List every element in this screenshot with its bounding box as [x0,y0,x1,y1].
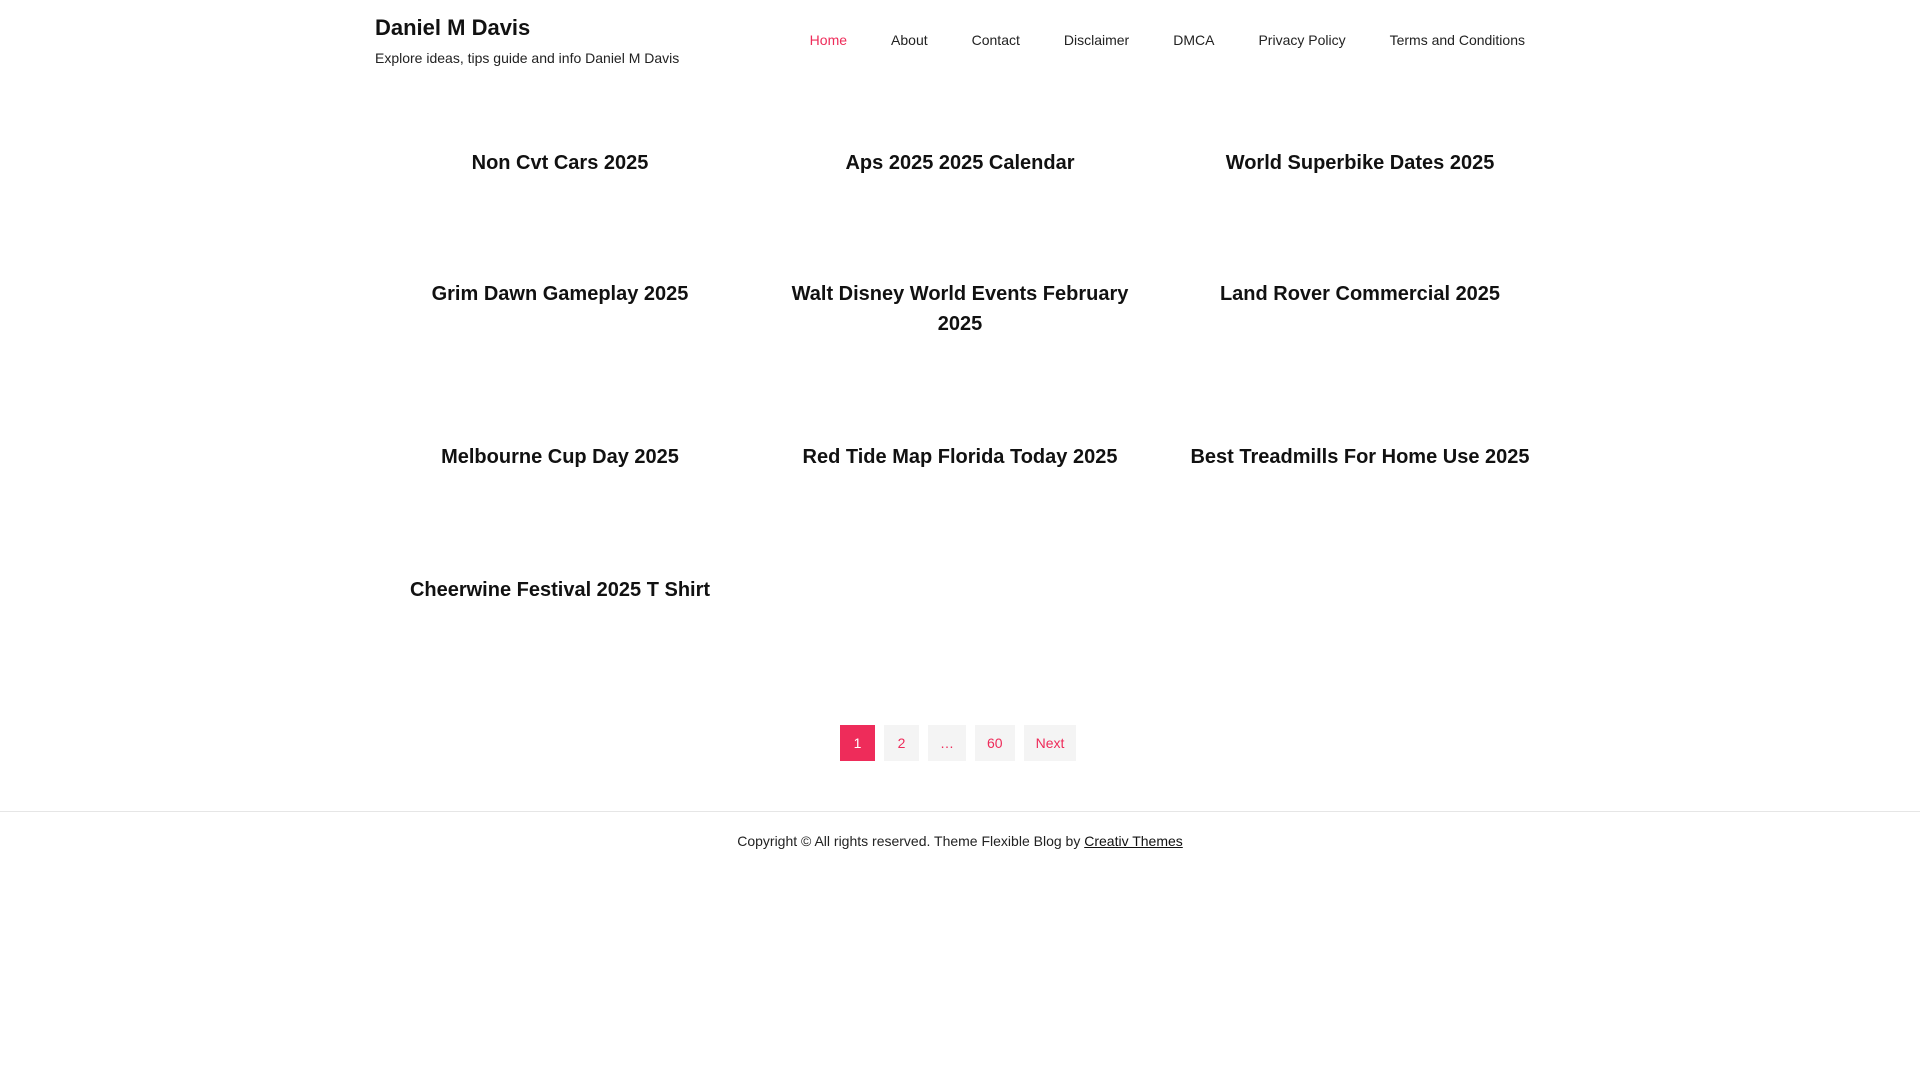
post-title-link[interactable]: Non Cvt Cars 2025 [375,148,745,178]
site-branding: Daniel M Davis Explore ideas, tips guide… [375,15,679,67]
nav-item-contact[interactable]: Contact [972,28,1020,52]
nav-item-disclaimer[interactable]: Disclaimer [1064,28,1129,52]
copyright-text: Copyright © All rights reserved. Theme F… [737,833,1085,849]
post-card: Melbourne Cup Day 2025 [375,442,745,472]
page-60-link[interactable]: 60 [975,725,1015,761]
post-title-link[interactable]: Melbourne Cup Day 2025 [375,442,745,472]
page-ellipsis: … [928,725,966,761]
post-title-link[interactable]: Red Tide Map Florida Today 2025 [775,442,1145,472]
post-card: Aps 2025 2025 Calendar [775,148,1145,178]
post-card: Land Rover Commercial 2025 [1175,279,1545,309]
post-title-link[interactable]: Land Rover Commercial 2025 [1175,279,1545,309]
post-title-link[interactable]: Walt Disney World Events February 2025 [775,279,1145,339]
nav-item-about[interactable]: About [891,28,928,52]
site-header: Daniel M Davis Explore ideas, tips guide… [375,0,1525,80]
post-title-link[interactable]: Aps 2025 2025 Calendar [775,148,1145,178]
next-page-link[interactable]: Next [1023,725,1077,761]
post-title-link[interactable]: Cheerwine Festival 2025 T Shirt [375,575,745,605]
post-card: Grim Dawn Gameplay 2025 [375,279,745,309]
post-card: Cheerwine Festival 2025 T Shirt [375,575,745,605]
footer-divider [0,811,1920,812]
post-card: Non Cvt Cars 2025 [375,148,745,178]
nav-item-terms[interactable]: Terms and Conditions [1390,28,1525,52]
pagination: 1 2 … 60 Next [840,725,1085,761]
site-title-link[interactable]: Daniel M Davis [375,15,679,41]
main-navigation: Home About Contact Disclaimer DMCA Priva… [766,28,1525,52]
site-footer: Copyright © All rights reserved. Theme F… [0,832,1920,850]
post-title-link[interactable]: Best Treadmills For Home Use 2025 [1175,442,1545,472]
post-card: Red Tide Map Florida Today 2025 [775,442,1145,472]
nav-item-dmca[interactable]: DMCA [1173,28,1214,52]
nav-item-home[interactable]: Home [810,28,847,52]
nav-item-privacy-policy[interactable]: Privacy Policy [1258,28,1345,52]
post-card: Best Treadmills For Home Use 2025 [1175,442,1545,472]
post-title-link[interactable]: World Superbike Dates 2025 [1175,148,1545,178]
post-card: Walt Disney World Events February 2025 [775,279,1145,339]
page-2-link[interactable]: 2 [884,725,919,761]
theme-author-link[interactable]: Creativ Themes [1084,833,1183,849]
page-1-current: 1 [840,725,875,761]
post-card: World Superbike Dates 2025 [1175,148,1545,178]
site-tagline: Explore ideas, tips guide and info Danie… [375,50,680,66]
post-title-link[interactable]: Grim Dawn Gameplay 2025 [375,279,745,309]
